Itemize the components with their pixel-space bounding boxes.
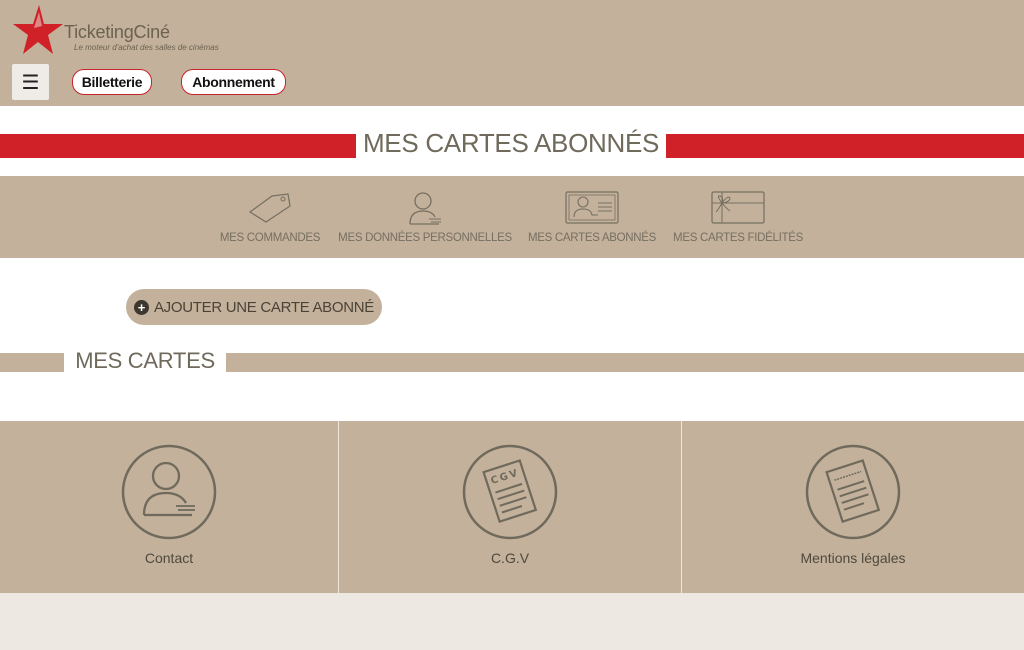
footer-link-label: C.G.V (490, 550, 530, 566)
nav-billetterie-button[interactable]: Billetterie (72, 69, 152, 95)
contact-icon (121, 444, 217, 540)
account-nav-subscriber-cards[interactable]: MES CARTES ABONNÉS (522, 176, 662, 258)
id-card-icon (565, 191, 619, 224)
brand-tagline: Le moteur d'achat des salles de cinémas (74, 43, 219, 52)
account-nav-label: MES CARTES FIDÉLITÉS (673, 232, 803, 244)
tag-icon (248, 193, 291, 223)
page-title: MES CARTES ABONNÉS (362, 128, 660, 158)
add-subscriber-card-button[interactable]: + AJOUTER UNE CARTE ABONNÉ (126, 289, 382, 325)
title-bar-left (0, 134, 356, 158)
footer-legal-link[interactable]: Mentions légales (682, 421, 1024, 593)
hamburger-icon: ☰ (21, 71, 40, 94)
nav-abonnement-button[interactable]: Abonnement (181, 69, 286, 95)
account-nav: MES COMMANDES MES DONNÉES PERSONNELLES M… (0, 176, 1024, 258)
svg-text:CGV: CGV (490, 468, 521, 488)
footer-contact-link[interactable]: Contact (0, 421, 338, 593)
site-logo[interactable]: TicketingCiné Le moteur d'achat des sall… (12, 4, 272, 56)
account-nav-label: MES COMMANDES (219, 232, 321, 244)
add-subscriber-card-label: AJOUTER UNE CARTE ABONNÉ (153, 298, 375, 316)
footer-link-label: Mentions légales (800, 550, 906, 566)
account-nav-orders[interactable]: MES COMMANDES (212, 176, 328, 258)
legal-document-icon (805, 444, 901, 540)
menu-button[interactable]: ☰ (12, 64, 49, 100)
user-icon (409, 192, 441, 225)
footer-link-label: Contact (144, 550, 194, 566)
account-nav-label: MES CARTES ABONNÉS (528, 232, 656, 244)
title-bar-right (666, 134, 1024, 158)
account-nav-personal-data[interactable]: MES DONNÉES PERSONNELLES (334, 176, 516, 258)
section-title: MES CARTES (75, 348, 215, 373)
footer-links: Contact CGV C.G.V Mentions légales (0, 421, 1024, 593)
section-bar-left (0, 353, 64, 372)
account-nav-loyalty-cards[interactable]: MES CARTES FIDÉLITÉS (670, 176, 806, 258)
account-nav-label: MES DONNÉES PERSONNELLES (338, 232, 512, 244)
site-header: TicketingCiné Le moteur d'achat des sall… (0, 0, 1024, 106)
cgv-document-icon: CGV (462, 444, 558, 540)
gift-card-icon (711, 191, 765, 224)
brand-name: TicketingCiné (64, 22, 170, 42)
star-logo-icon (13, 5, 63, 54)
plus-circle-icon: + (133, 299, 149, 315)
section-bar-right (226, 353, 1024, 372)
page-bottom-area (0, 593, 1024, 650)
footer-cgv-link[interactable]: CGV C.G.V (339, 421, 681, 593)
